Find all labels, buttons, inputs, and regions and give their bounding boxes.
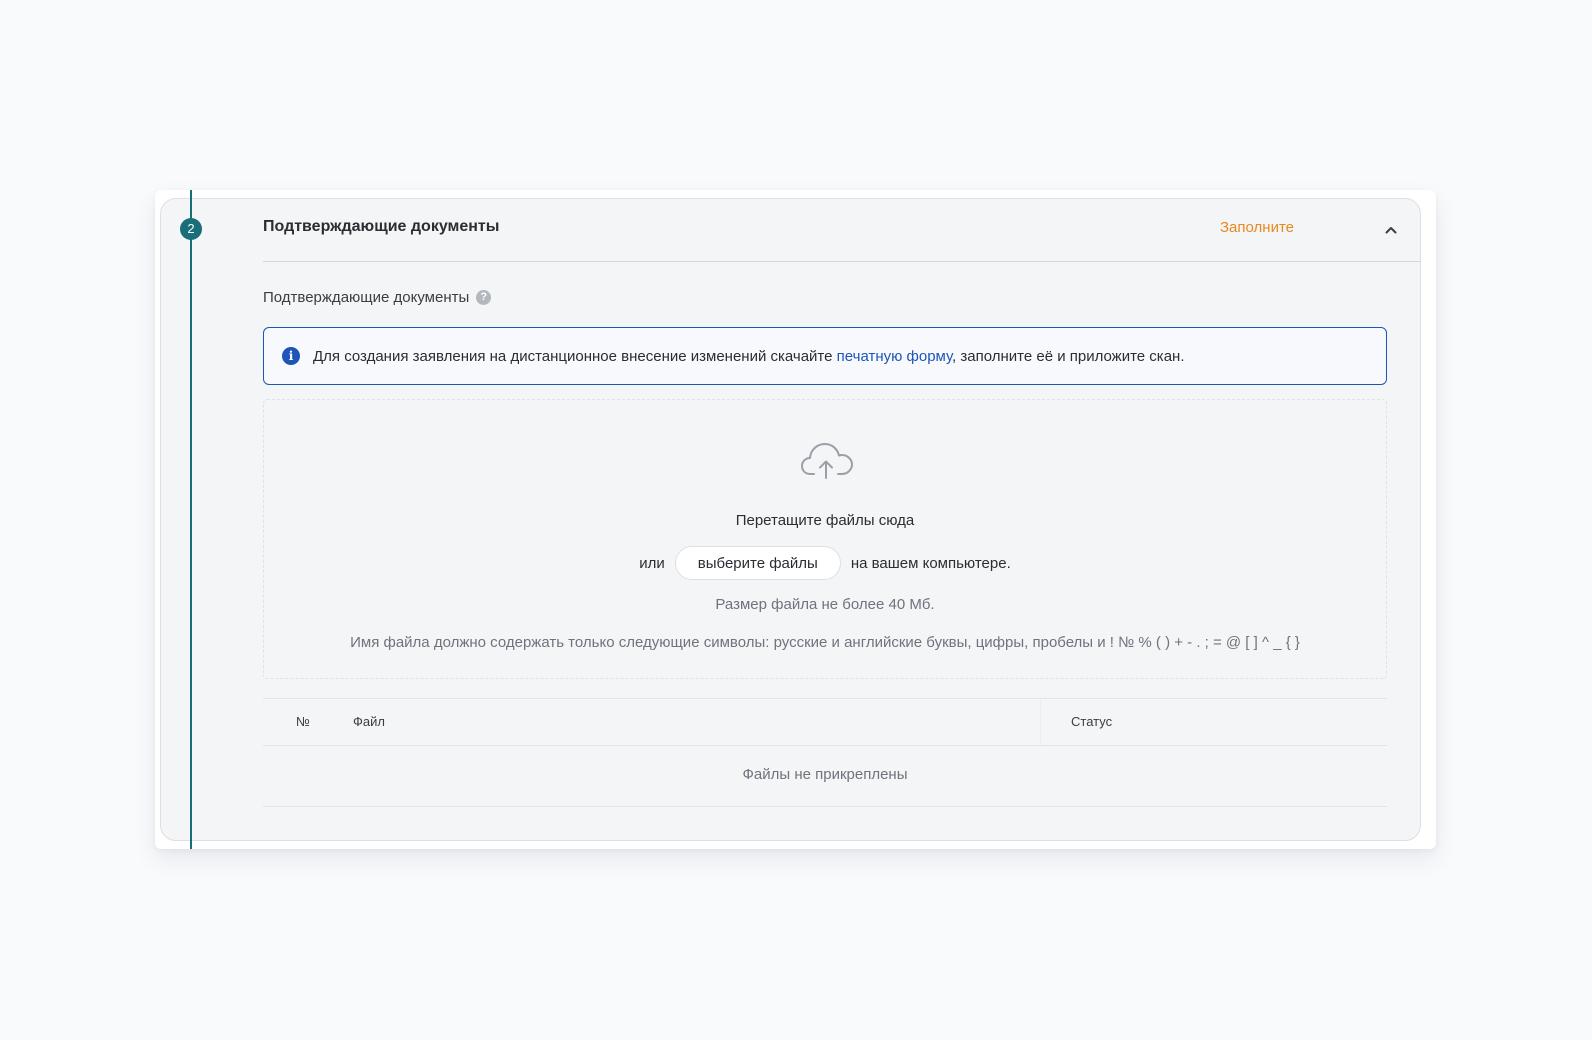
- select-files-button[interactable]: выберите файлы: [674, 546, 841, 580]
- files-table: № Файл Статус Файлы не прикреплены: [263, 698, 1387, 807]
- step-number-badge: 2: [180, 218, 202, 240]
- cloud-upload-icon: [801, 443, 853, 479]
- column-status: Статус: [1071, 714, 1113, 729]
- section-title: Подтверждающие документы: [263, 218, 500, 235]
- dropzone-title: Перетащите файлы сюда: [735, 512, 915, 529]
- dropzone-action-row: или выберите файлы на вашем компьютере.: [264, 546, 1386, 580]
- info-text-before: Для создания заявления на дистанционное …: [313, 347, 837, 365]
- field-label: Подтверждающие документы ?: [263, 289, 492, 306]
- table-empty-state: Файлы не прикреплены: [263, 746, 1387, 807]
- column-file: Файл: [353, 714, 385, 729]
- info-icon: i: [282, 347, 300, 365]
- info-alert: i Для создания заявления на дистанционно…: [263, 327, 1387, 385]
- info-text-after: , заполните её и приложите скан.: [952, 347, 1185, 365]
- file-name-note: Имя файла должно содержать только следую…: [350, 634, 1300, 651]
- column-separator: [1040, 699, 1041, 745]
- chevron-up-icon[interactable]: [1383, 222, 1399, 238]
- column-number: №: [296, 714, 310, 729]
- section-status: Заполните: [1220, 219, 1294, 236]
- help-icon[interactable]: ?: [476, 290, 492, 305]
- file-dropzone[interactable]: Перетащите файлы сюда или выберите файлы…: [263, 399, 1387, 679]
- dropzone-suffix: на вашем компьютере.: [850, 554, 1011, 572]
- info-text: Для создания заявления на дистанционное …: [313, 348, 1185, 365]
- header-divider: [263, 261, 1421, 262]
- file-size-note: Размер файла не более 40 Мб.: [715, 596, 935, 613]
- print-form-link[interactable]: печатную форму: [837, 348, 952, 365]
- step-timeline-line: [190, 190, 192, 849]
- dropzone-or: или: [639, 554, 665, 572]
- field-label-text: Подтверждающие документы: [263, 289, 470, 306]
- table-header: № Файл Статус: [263, 698, 1387, 746]
